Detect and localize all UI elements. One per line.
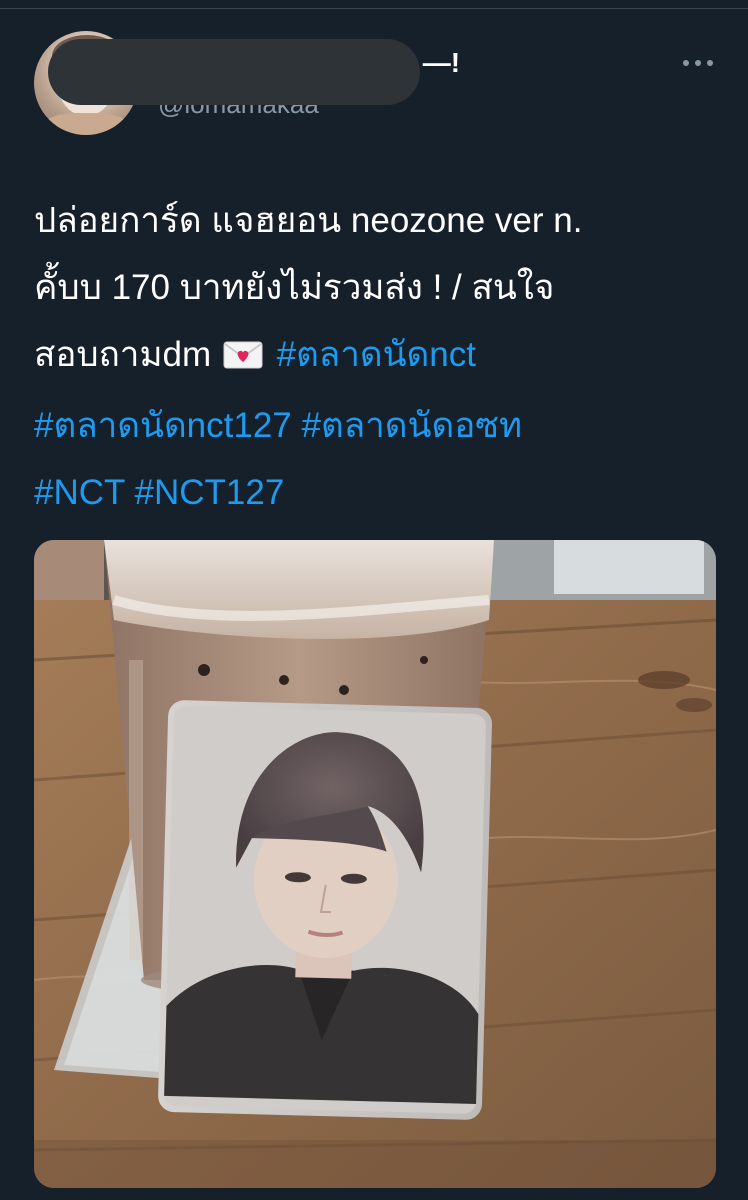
tweet-photo[interactable]	[34, 540, 716, 1188]
redaction-overlay	[48, 39, 420, 105]
tweet-text-line-3: สอบถามdm #ตลาดนัดnct	[34, 321, 724, 392]
tweet-text-line-5: #NCT #NCT127	[34, 459, 724, 526]
photo-illustration	[34, 540, 716, 1188]
tweet-text-line-4: #ตลาดนัดnct127 #ตลาดนัดอซท	[34, 392, 724, 459]
more-horizontal-icon	[683, 60, 713, 66]
tweet-text-line-2: คั้บบ 170 บาทยังไม่รวมส่ง ! / สนใจ	[34, 268, 555, 307]
display-name-suffix: —!	[422, 47, 461, 78]
more-options-button[interactable]	[676, 45, 720, 81]
tweet-text: ปล่อยการ์ด แจฮยอน neozone ver n. คั้บบ 1…	[34, 187, 724, 526]
love-letter-icon	[223, 325, 263, 392]
tweet[interactable]: xxxxxxxxxxxxxxxxx—! @lomamakaa ปล่อยการ์…	[0, 9, 748, 1200]
hashtag-link[interactable]: #NCT	[34, 473, 125, 512]
hashtag-link[interactable]: #NCT127	[135, 473, 285, 512]
tweet-text-line-1: ปล่อยการ์ด แจฮยอน neozone ver n.	[34, 201, 583, 240]
hashtag-link[interactable]: #ตลาดนัดnct	[277, 335, 476, 374]
top-divider	[0, 0, 748, 9]
hashtag-link[interactable]: #ตลาดนัดnct127	[34, 406, 292, 445]
tweet-text-line-3-text: สอบถามdm	[34, 335, 212, 374]
avatar-shoulder	[40, 113, 132, 135]
hashtag-link[interactable]: #ตลาดนัดอซท	[302, 406, 523, 445]
